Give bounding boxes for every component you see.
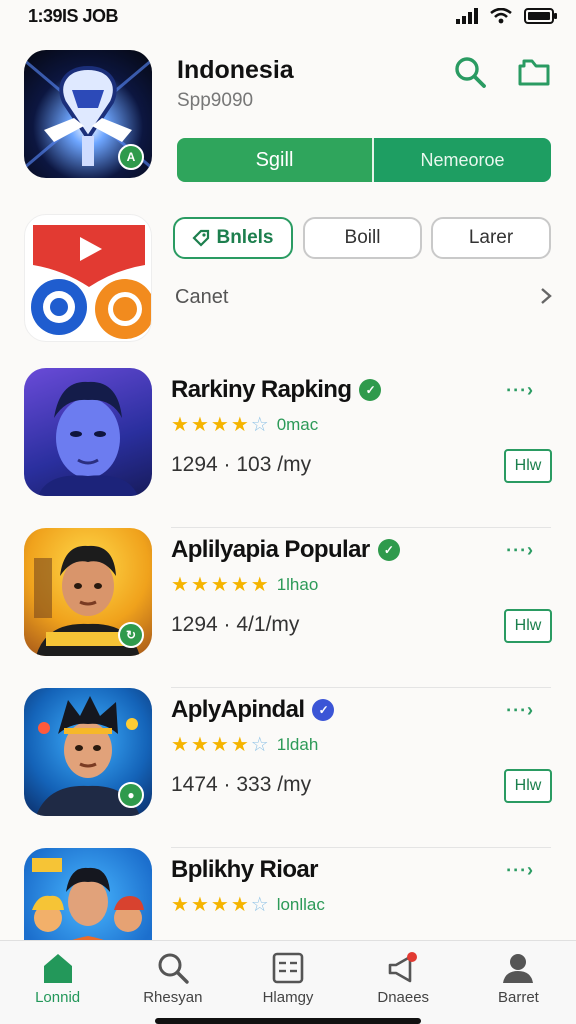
app-list-item[interactable]: ↻ Aplilyapia Popular ✓ ★ ★ ★ ★ ★ 1lhao 1294 … <box>0 528 576 688</box>
app-badge-icon: ● <box>118 782 144 808</box>
star-icon: ★ <box>190 574 209 596</box>
star-icon: ★ <box>230 414 249 436</box>
verified-icon: ✓ <box>312 699 335 721</box>
app-action-button[interactable]: Hlw <box>504 609 552 643</box>
nav-item-announcements[interactable]: Dnaees <box>346 941 461 1024</box>
verified-icon: ✓ <box>359 379 382 401</box>
home-icon <box>43 954 72 983</box>
star-icon: ★ <box>171 414 189 436</box>
app-title: AplyApindal ✓ <box>171 696 335 724</box>
star-icon: ★ <box>210 574 229 596</box>
rating-text: lonllac <box>276 894 325 914</box>
star-icon: ★ <box>190 894 209 916</box>
action-button-group: Sgill Nemeoroe <box>177 138 551 182</box>
app-price: 1474 · 333 /my <box>171 773 312 796</box>
chevron-right-icon[interactable] <box>538 286 554 306</box>
second-app-icon[interactable] <box>24 214 152 342</box>
star-outline-icon: ☆ <box>250 894 269 916</box>
nav-label: Barret <box>497 989 539 1006</box>
app-title: Bplikhy Rioar <box>171 856 319 884</box>
nav-item-profile[interactable]: Barret <box>461 941 576 1024</box>
app-title-text: Rarkiny Rapking <box>171 376 352 403</box>
star-icon: ★ <box>190 734 209 756</box>
star-rating: ★ ★ ★ ★ ★ 1lhao <box>171 572 318 597</box>
primary-action-button[interactable]: Sgill <box>177 138 374 182</box>
character-portrait-icon <box>38 381 138 496</box>
wifi-icon <box>490 8 512 24</box>
megaphone-icon <box>388 952 418 983</box>
status-icons <box>456 8 558 24</box>
app-title-text: Bplikhy Rioar <box>171 856 319 883</box>
star-icon: ★ <box>171 734 189 756</box>
star-rating: ★ ★ ★ ★ ☆ 0mac <box>171 412 318 437</box>
verified-icon: ✓ <box>377 539 400 561</box>
star-icon: ★ <box>190 414 209 436</box>
home-indicator[interactable] <box>155 1018 421 1024</box>
more-arrow-icon[interactable]: ∙∙∙› <box>506 380 535 401</box>
rating-text: 1lhao <box>276 574 319 594</box>
cellular-signal-icon <box>456 8 478 24</box>
person-icon <box>503 954 534 983</box>
more-arrow-icon[interactable]: ∙∙∙› <box>506 860 535 881</box>
grid-icon <box>272 952 304 984</box>
star-icon: ★ <box>171 894 189 916</box>
app-action-button[interactable]: Hlw <box>504 769 552 803</box>
more-arrow-icon[interactable]: ∙∙∙› <box>506 700 535 721</box>
app-icon: ● <box>24 688 152 816</box>
nav-label: Lonnid <box>35 989 81 1006</box>
search-icon[interactable] <box>452 54 488 90</box>
app-title-text: Aplilyapia Popular <box>171 536 370 563</box>
app-icon <box>24 368 152 496</box>
media-app-logo-icon <box>31 225 151 339</box>
nav-label: Dnaees <box>377 989 430 1006</box>
app-list-item[interactable]: Rarkiny Rapking ✓ ★ ★ ★ ★ ☆ 0mac 1294 · 103 … <box>0 368 576 528</box>
rating-text: 1ldah <box>276 734 319 754</box>
star-icon: ★ <box>230 894 249 916</box>
star-icon: ★ <box>171 574 189 596</box>
app-action-button[interactable]: Hlw <box>504 449 552 483</box>
status-time: 1:39IS JOB <box>28 6 119 26</box>
nav-item-home[interactable]: Lonnid <box>0 941 115 1024</box>
secondary-action-button[interactable]: Nemeoroe <box>374 138 551 182</box>
more-arrow-icon[interactable]: ∙∙∙› <box>506 540 535 561</box>
featured-app-icon[interactable]: A <box>24 50 152 178</box>
section-label: Canet <box>175 286 229 308</box>
star-icon: ★ <box>230 734 249 756</box>
star-icon: ★ <box>230 574 249 596</box>
rating-text: 0mac <box>276 414 319 434</box>
nav-item-grid[interactable]: Hlamgy <box>230 941 345 1024</box>
star-icon: ★ <box>250 574 269 596</box>
search-icon <box>158 953 189 984</box>
battery-icon <box>524 8 557 24</box>
nav-label: Rhesyan <box>143 989 203 1006</box>
app-price: 1294 · 4/1/my <box>171 613 300 636</box>
app-badge-icon: ↻ <box>118 622 144 648</box>
star-icon: ★ <box>210 414 229 436</box>
star-outline-icon: ☆ <box>250 734 269 756</box>
folder-icon[interactable] <box>516 54 552 90</box>
nav-label: Hlamgy <box>262 989 314 1006</box>
app-title-text: AplyApindal <box>171 696 305 723</box>
app-badge-icon: A <box>118 144 144 170</box>
star-icon: ★ <box>210 894 229 916</box>
app-title: Aplilyapia Popular ✓ <box>171 536 400 564</box>
app-list-item[interactable]: ● AplyApindal ✓ ★ ★ ★ ★ ☆ 1ldah 1474 · 333 /… <box>0 688 576 848</box>
star-icon: ★ <box>210 734 229 756</box>
featured-app-subtitle: Spp9090 <box>177 90 254 111</box>
nav-item-search[interactable]: Rhesyan <box>115 941 230 1024</box>
star-rating: ★ ★ ★ ★ ☆ lonllac <box>171 892 325 917</box>
filter-chip-label: Bnlels <box>216 227 274 248</box>
tag-icon <box>192 229 210 247</box>
app-icon: ↻ <box>24 528 152 656</box>
status-bar: 1:39IS JOB <box>0 0 576 36</box>
filter-chip[interactable]: Boill <box>303 217 422 259</box>
bottom-navigation: Lonnid Rhesyan Hlamgy Dnaees Barret <box>0 940 576 1024</box>
featured-app-title: Indonesia <box>177 56 294 84</box>
filter-chip-active[interactable]: Bnlels <box>173 217 293 259</box>
filter-chip[interactable]: Larer <box>431 217 551 259</box>
app-price: 1294 · 103 /my <box>171 453 312 476</box>
star-rating: ★ ★ ★ ★ ☆ 1ldah <box>171 732 318 757</box>
app-title: Rarkiny Rapking ✓ <box>171 376 382 404</box>
star-outline-icon: ☆ <box>250 414 269 436</box>
